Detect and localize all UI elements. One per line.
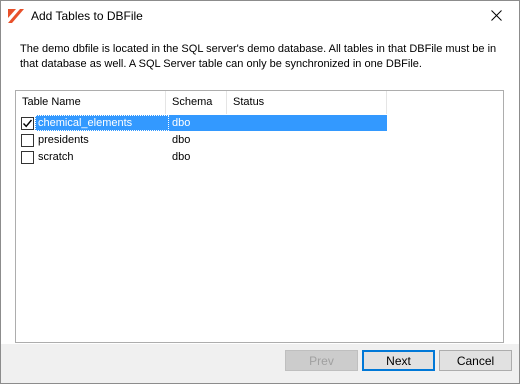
table-row[interactable]: presidents dbo bbox=[16, 132, 387, 149]
prev-button[interactable]: Prev bbox=[285, 350, 358, 371]
column-header-schema[interactable]: Schema bbox=[166, 91, 227, 114]
table-row[interactable]: chemical_elements dbo bbox=[16, 115, 387, 132]
close-icon bbox=[490, 9, 502, 24]
grid-header: Table Name Schema Status bbox=[16, 91, 387, 114]
table-name-cell: presidents bbox=[38, 134, 89, 146]
column-header-status[interactable]: Status bbox=[227, 91, 387, 114]
app-logo-icon bbox=[8, 9, 24, 23]
row-checkbox[interactable] bbox=[21, 134, 34, 147]
description-text: The demo dbfile is located in the SQL se… bbox=[20, 43, 497, 70]
row-checkbox[interactable] bbox=[21, 117, 34, 130]
close-button[interactable] bbox=[473, 1, 519, 32]
button-bar: Prev Next Cancel bbox=[1, 344, 519, 383]
column-header-table-name[interactable]: Table Name bbox=[16, 91, 166, 114]
dialog-content: The demo dbfile is located in the SQL se… bbox=[1, 32, 519, 344]
table-name-cell: scratch bbox=[38, 151, 74, 163]
dialog-window: Add Tables to DBFile The demo dbfile is … bbox=[0, 0, 520, 384]
window-title: Add Tables to DBFile bbox=[31, 9, 143, 23]
schema-cell: dbo bbox=[172, 151, 191, 163]
table-name-cell: chemical_elements bbox=[38, 117, 133, 129]
schema-cell: dbo bbox=[172, 117, 191, 129]
table-row[interactable]: scratch dbo bbox=[16, 149, 387, 166]
tables-grid[interactable]: Table Name Schema Status chemical_elemen… bbox=[15, 90, 504, 343]
cancel-button[interactable]: Cancel bbox=[439, 350, 512, 371]
schema-cell: dbo bbox=[172, 134, 191, 146]
row-checkbox[interactable] bbox=[21, 151, 34, 164]
title-bar[interactable]: Add Tables to DBFile bbox=[1, 1, 519, 32]
next-button[interactable]: Next bbox=[362, 350, 435, 371]
